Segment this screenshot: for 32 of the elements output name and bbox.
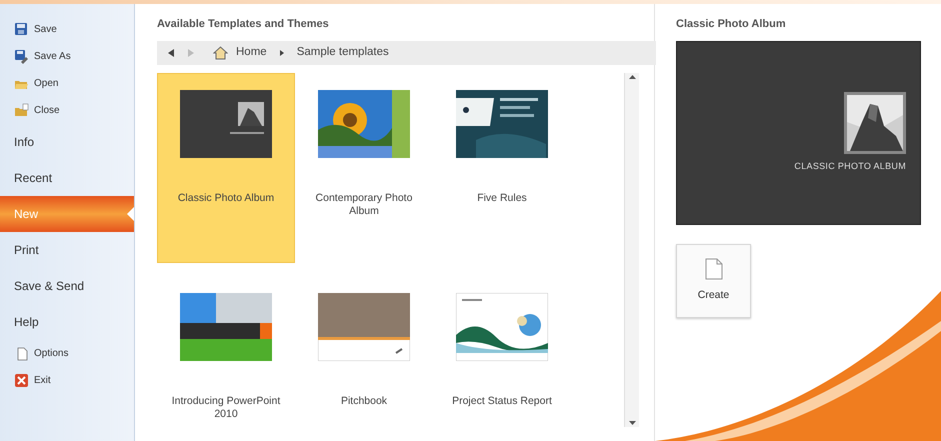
chevron-icon [278,48,285,56]
template-tile[interactable]: Project Status Report [433,276,571,426]
menu-command[interactable]: Save As [0,43,134,70]
menu-tab[interactable]: Save & Send [0,268,134,304]
preview-title: Classic Photo Album [676,17,787,32]
menu-tab[interactable]: Help [0,304,134,340]
menu-tab[interactable]: Info [0,124,134,160]
template-tile[interactable]: Classic Photo Album [157,72,295,262]
menu-command[interactable]: Save [0,16,134,43]
slide-title: CLASSIC PHOTO ALBUM [794,160,906,173]
template-tile[interactable]: Five Rules [433,72,571,262]
template-tile[interactable]: Contemporary Photo Album [295,72,433,262]
close-icon [14,373,29,388]
menu-command[interactable]: Open [0,70,134,97]
save-icon [14,22,29,37]
menu-command[interactable]: Options [0,340,134,367]
template-tile[interactable]: Pitchbook [295,276,433,426]
save-as-icon [14,49,29,64]
menu-tab[interactable]: Print [0,232,134,268]
menu-command[interactable]: Close [0,97,134,124]
menu-tab[interactable]: Recent [0,160,134,196]
template-tile[interactable]: Introducing PowerPoint 2010 [157,276,295,426]
scrollbar[interactable] [624,72,639,426]
breadcrumb-link[interactable]: Home [236,44,267,62]
folder-icon [14,103,29,118]
create-button[interactable]: Create [676,244,751,318]
scroll-up-icon[interactable] [628,72,636,82]
home-icon[interactable] [213,46,228,60]
menu-command[interactable]: Exit [0,367,134,394]
section-title: Available Templates and Themes [157,17,330,32]
breadcrumb-link[interactable]: Sample templates [296,44,389,62]
document-icon [704,258,722,280]
